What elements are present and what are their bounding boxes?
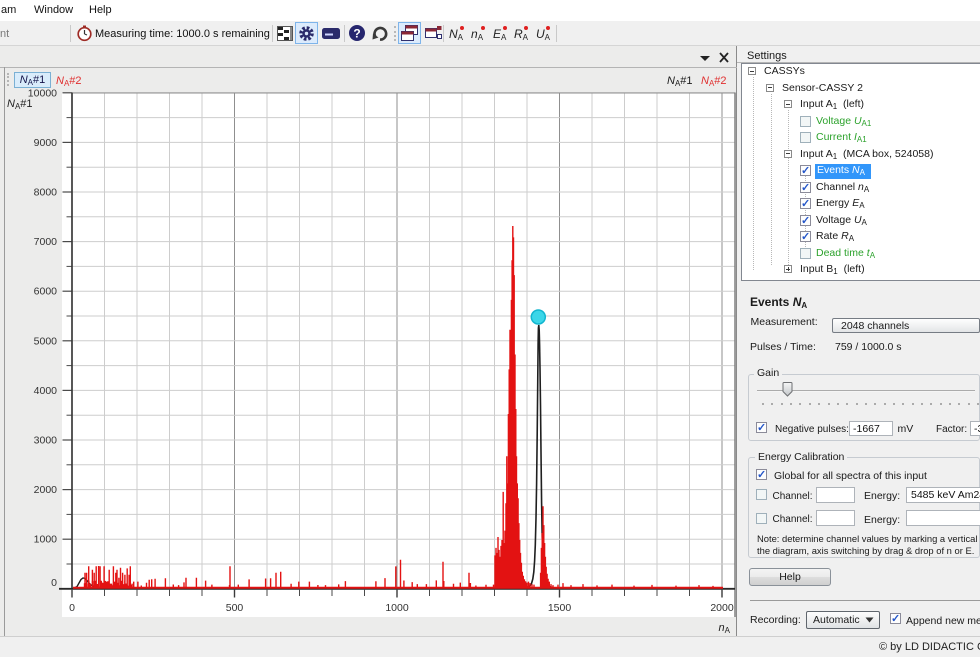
svg-text:5000: 5000: [34, 335, 58, 347]
svg-text:6000: 6000: [34, 286, 58, 298]
svg-text:1000: 1000: [34, 534, 58, 546]
svg-text:nA: nA: [719, 622, 731, 635]
svg-text:2000: 2000: [710, 602, 734, 614]
svg-text:3000: 3000: [34, 435, 58, 447]
svg-text:7000: 7000: [34, 236, 58, 248]
svg-text:?: ?: [353, 27, 360, 41]
svg-text:0: 0: [69, 602, 75, 614]
svg-text:1500: 1500: [548, 602, 572, 614]
svg-text:10000: 10000: [28, 87, 57, 99]
svg-text:1000: 1000: [385, 602, 409, 614]
svg-text:2000: 2000: [34, 484, 58, 496]
svg-text:0: 0: [51, 577, 57, 589]
svg-text:9000: 9000: [34, 137, 58, 149]
svg-text:500: 500: [226, 602, 244, 614]
svg-text:4000: 4000: [34, 385, 58, 397]
svg-text:8000: 8000: [34, 187, 58, 199]
